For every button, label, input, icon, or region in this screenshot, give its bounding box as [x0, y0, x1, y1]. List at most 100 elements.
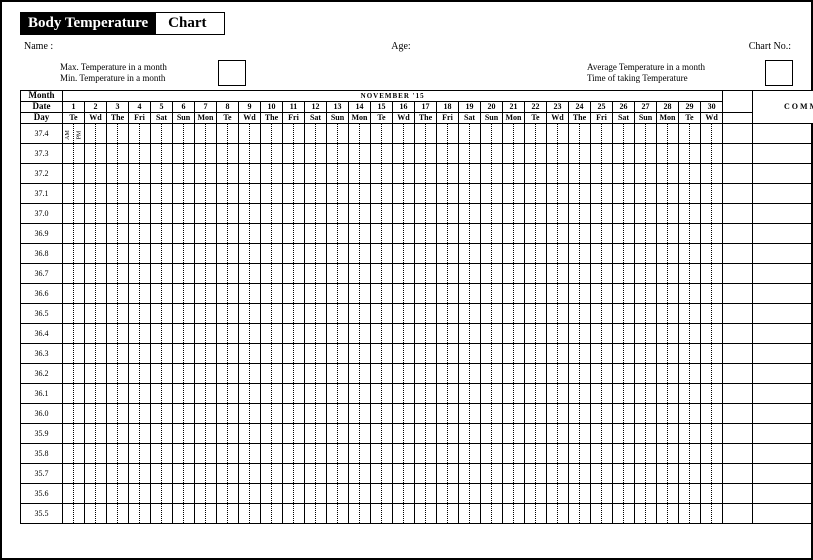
- grid-cell: [239, 403, 250, 423]
- grid-cell: [701, 423, 712, 443]
- grid-cell: [294, 163, 305, 183]
- grid-cell: [107, 383, 118, 403]
- grid-cell: [74, 203, 85, 223]
- grid-cell: [173, 403, 184, 423]
- grid-cell: [239, 423, 250, 443]
- grid-cell: [613, 443, 624, 463]
- grid-cell: [569, 123, 580, 143]
- grid-cell: [327, 323, 338, 343]
- grid-cell: [404, 343, 415, 363]
- grid-cell: [294, 423, 305, 443]
- grid-cell: [74, 463, 85, 483]
- grid-cell: [536, 243, 547, 263]
- grid-cell: [679, 223, 690, 243]
- grid-cell: [701, 163, 712, 183]
- grid-cell: [195, 163, 206, 183]
- grid-cell: [613, 283, 624, 303]
- grid-cell: [459, 183, 470, 203]
- grid-cell: [195, 143, 206, 163]
- grid-cell: [646, 203, 657, 223]
- grid-cell: [305, 283, 316, 303]
- grid-cell: [371, 323, 382, 343]
- grid-cell: [118, 263, 129, 283]
- grid-cell: [646, 463, 657, 483]
- grid-cell: [448, 463, 459, 483]
- grid-cell: [151, 503, 162, 523]
- grid-cell: [74, 363, 85, 383]
- grid-cell: [712, 303, 723, 323]
- grid-cell: [547, 203, 558, 223]
- grid-cell: [162, 383, 173, 403]
- age-label: Age:: [391, 41, 410, 52]
- grid-cell: [657, 443, 668, 463]
- day-header: Sun: [173, 112, 195, 123]
- grid-cell: [195, 283, 206, 303]
- grid-cell: [690, 263, 701, 283]
- grid-cell: [624, 123, 635, 143]
- grid-cell: [426, 403, 437, 423]
- grid-cell: [712, 483, 723, 503]
- grid-cell: [635, 403, 646, 423]
- grid-cell: [404, 423, 415, 443]
- day-header: Mon: [195, 112, 217, 123]
- grid-cell: [547, 223, 558, 243]
- grid-row: 36.8: [21, 243, 813, 263]
- grid-cell: [503, 283, 514, 303]
- grid-cell: [580, 283, 591, 303]
- grid-cell: [624, 323, 635, 343]
- grid-cell: [272, 163, 283, 183]
- grid-cell: [492, 243, 503, 263]
- grid-cell: [272, 243, 283, 263]
- grid-cell: [382, 203, 393, 223]
- date-header: 27: [635, 101, 657, 112]
- grid-cell: [206, 363, 217, 383]
- grid-cell: [261, 363, 272, 383]
- grid-cell: [525, 323, 536, 343]
- temp-label: 36.4: [21, 323, 63, 343]
- date-header: 30: [701, 101, 723, 112]
- grid-cell: [140, 423, 151, 443]
- grid-cell: [261, 203, 272, 223]
- grid-cell: [316, 463, 327, 483]
- grid-cell: [580, 323, 591, 343]
- grid-cell: PM: [74, 123, 85, 143]
- grid-cell: [503, 143, 514, 163]
- grid-cell: [371, 143, 382, 163]
- grid-cell: [514, 183, 525, 203]
- grid-cell: [118, 343, 129, 363]
- grid-cell: [514, 223, 525, 243]
- grid-cell: [118, 403, 129, 423]
- grid-cell: [294, 283, 305, 303]
- grid-cell: [580, 423, 591, 443]
- temp-label: 36.1: [21, 383, 63, 403]
- grid-cell: [283, 403, 294, 423]
- grid-cell: [404, 243, 415, 263]
- grid-cell: [426, 343, 437, 363]
- grid-cell: [360, 303, 371, 323]
- grid-cell: [162, 483, 173, 503]
- grid-cell: [206, 243, 217, 263]
- title-primary: Body Temperature: [20, 12, 156, 35]
- comment-cell: [753, 303, 813, 323]
- grid-cell: [228, 163, 239, 183]
- grid-cell: [426, 303, 437, 323]
- date-header: 8: [217, 101, 239, 112]
- grid-cell: [591, 503, 602, 523]
- temp-label: 36.2: [21, 363, 63, 383]
- grid-cell: [624, 163, 635, 183]
- grid-cell: [580, 303, 591, 323]
- grid-cell: [371, 343, 382, 363]
- grid-cell: [360, 343, 371, 363]
- grid-row: 36.0: [21, 403, 813, 423]
- grid-cell: [459, 323, 470, 343]
- grid-cell: [580, 243, 591, 263]
- grid-cell: [536, 463, 547, 483]
- grid-cell: [624, 223, 635, 243]
- grid-cell: [646, 423, 657, 443]
- grid-cell: [151, 263, 162, 283]
- grid-cell: [184, 123, 195, 143]
- grid-cell: [536, 123, 547, 143]
- grid-cell: [459, 223, 470, 243]
- grid-cell: [701, 443, 712, 463]
- grid-cell: AM: [63, 123, 74, 143]
